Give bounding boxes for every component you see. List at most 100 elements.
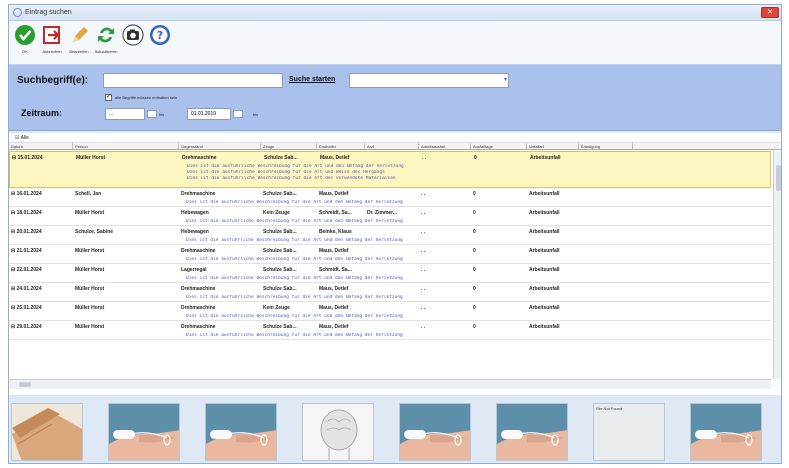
toolbar-button-label: Abbrechen [42, 49, 62, 54]
row-description: Dies ist die ausführliche Beschreibung f… [186, 257, 403, 262]
toolbar-button-ok[interactable]: OK [13, 24, 37, 54]
bis-label-2: bis [253, 112, 259, 117]
row-values: ⊟ 25.01.2024 Müller Horst Drehmaschine Kein… [9, 302, 771, 314]
cell-helper: Maus, Detlef [320, 155, 350, 161]
refresh-icon [95, 24, 117, 46]
row-description: Dies ist die ausführliche Beschreibung f… [186, 238, 403, 243]
row-description: Dies ist die ausführliche Beschreibung f… [187, 176, 396, 181]
toolbar-button-help[interactable]: ? [148, 24, 172, 49]
horizontal-scrollbar[interactable] [9, 379, 771, 389]
cell-type: Arbeitsunfall [529, 191, 560, 197]
toolbar-button-abbrechen[interactable]: Abbrechen [40, 24, 64, 54]
cell-type: Arbeitsunfall [530, 155, 561, 161]
picture-thumbnail[interactable] [302, 403, 374, 461]
table-row[interactable]: ⊟ 18.01.2024 Müller Horst Hebewagen Kein Ze… [9, 207, 771, 226]
row-description: Dies ist die ausführliche Beschreibung f… [186, 200, 403, 205]
picture-thumbnail[interactable] [496, 403, 568, 461]
toolbar-button-label: Aktualisieren [94, 49, 118, 54]
cell-witness: Kein Zeuge [263, 305, 290, 311]
select-all-label: Alle [20, 135, 29, 141]
row-description: Dies ist die ausführliche Beschreibung f… [186, 295, 403, 300]
close-button[interactable]: ✕ [761, 7, 779, 18]
bandage-photo [12, 404, 82, 460]
camera-icon [122, 24, 144, 46]
column-header[interactable]: Gegenstand [179, 143, 261, 149]
cell-absence: . . [421, 248, 426, 254]
cell-person: Schulze, Sabine [75, 229, 114, 235]
picture-strip: File Not Found [9, 397, 781, 463]
search-option-select[interactable]: ▾ [349, 73, 509, 88]
cell-absence: . . [421, 267, 426, 273]
check-icon [14, 24, 36, 46]
cell-date: ⊟ 24.01.2024 [11, 286, 42, 292]
svg-text:?: ? [157, 29, 163, 42]
title-bar: Eintrag suchen ✕ [9, 5, 781, 21]
cell-person: Müller Horst [75, 286, 105, 292]
search-term-input[interactable] [103, 73, 283, 88]
picture-thumbnail[interactable]: File Not Found [593, 403, 665, 461]
cell-helper: Beinke, Klaus [319, 229, 352, 235]
column-header[interactable]: Arbeitsausfall [419, 143, 471, 149]
scroll-thumb-h[interactable] [19, 382, 31, 387]
search-term-label: Suchbegriff(e): [17, 75, 89, 86]
search-start-button[interactable]: Suche starten [289, 76, 335, 83]
table-row[interactable]: ⊟ 24.01.2024 Müller Horst Drehmaschine Schu… [9, 283, 771, 302]
cell-type: Arbeitsunfall [529, 286, 560, 292]
column-header[interactable]: Ausfalltage [471, 143, 527, 149]
pencil-icon [68, 24, 90, 46]
app-icon [13, 8, 22, 17]
date-to-picker[interactable] [233, 110, 243, 118]
toolbar-button-camera[interactable] [121, 24, 145, 49]
table-row[interactable]: ⊟ 16.01.2024 Schell, Jan Drehmaschine Schul… [9, 188, 771, 207]
picture-thumbnail[interactable] [690, 403, 762, 461]
table-row[interactable]: ⊟ 21.01.2024 Müller Horst Drehmaschine Schu… [9, 245, 771, 264]
picture-thumbnail[interactable] [11, 403, 83, 461]
toolbar-button-bearbeiten[interactable]: Bearbeiten [67, 24, 91, 54]
picture-thumbnail[interactable] [108, 403, 180, 461]
date-from-input[interactable]: ... [105, 108, 145, 120]
cell-type: Arbeitsunfall [529, 248, 560, 254]
cell-witness: Schulze Sab... [263, 267, 297, 273]
table-header: Datum Person Gegenstand Zeuge Ersthelfer Arzt… [9, 143, 781, 150]
no-picture-label: File Not Found [596, 406, 623, 411]
cell-absence: . . [421, 229, 426, 235]
cell-person: Müller Horst [76, 155, 106, 161]
cell-person: Schell, Jan [75, 191, 102, 197]
column-header[interactable]: Erledigung [579, 143, 633, 149]
column-header[interactable]: Person [73, 143, 179, 149]
table-row[interactable]: ⊟ 25.01.2024 Müller Horst Drehmaschine Kein… [9, 302, 771, 321]
table-row[interactable]: ⊟ 22.01.2024 Müller Horst Lagerregal Schulz… [9, 264, 771, 283]
cell-witness: Schulze Sab... [263, 286, 297, 292]
all-terms-checkbox[interactable]: ✓ [105, 94, 112, 101]
date-to-input[interactable]: 01.01.2019 [187, 108, 231, 120]
row-description: Dies ist die ausführliche Beschreibung f… [186, 276, 403, 281]
scroll-thumb[interactable] [776, 165, 781, 191]
select-all-checkbox[interactable]: ☑ [15, 135, 19, 141]
date-from-picker[interactable] [147, 110, 157, 118]
row-values: ⊟ 16.01.2024 Schell, Jan Drehmaschine Schul… [9, 188, 771, 200]
cell-type: Arbeitsunfall [529, 229, 560, 235]
column-header[interactable]: Unfallart [527, 143, 579, 149]
row-values: ⊟ 18.01.2024 Müller Horst Hebewagen Kein Ze… [9, 207, 771, 219]
app-window: Eintrag suchen ✕ OK Abbrechen Bearbeiten Ak… [8, 4, 782, 464]
cell-days: 0 [473, 286, 476, 292]
cell-absence: . . [421, 305, 426, 311]
cell-person: Müller Horst [75, 305, 105, 311]
column-header[interactable]: Arzt [365, 143, 419, 149]
picture-thumbnail[interactable] [205, 403, 277, 461]
cell-item: Drehmaschine [181, 191, 216, 197]
cell-helper: Maus, Detlef [319, 286, 349, 292]
cell-helper: Schmidt, Sa... [319, 210, 352, 216]
cell-item: Hebewagen [181, 229, 209, 235]
table-row[interactable]: ⊟ 15.01.2024 Müller Horst Drehmaschine Schu… [9, 151, 771, 188]
table-row[interactable]: ⊟ 29.01.2024 Müller Horst Drehmaschine Schu… [9, 321, 771, 340]
picture-thumbnail[interactable] [399, 403, 471, 461]
vertical-scrollbar[interactable] [773, 151, 781, 379]
cell-person: Müller Horst [75, 248, 105, 254]
column-header[interactable]: Datum [9, 143, 73, 149]
column-header[interactable]: Zeuge [261, 143, 317, 149]
table-row[interactable]: ⊟ 20.01.2024 Schulze, Sabine Hebewagen Schu… [9, 226, 771, 245]
column-header[interactable]: Ersthelfer [317, 143, 365, 149]
toolbar-button-aktualisieren[interactable]: Aktualisieren [94, 24, 118, 54]
finger-bandage-photo [206, 404, 276, 460]
